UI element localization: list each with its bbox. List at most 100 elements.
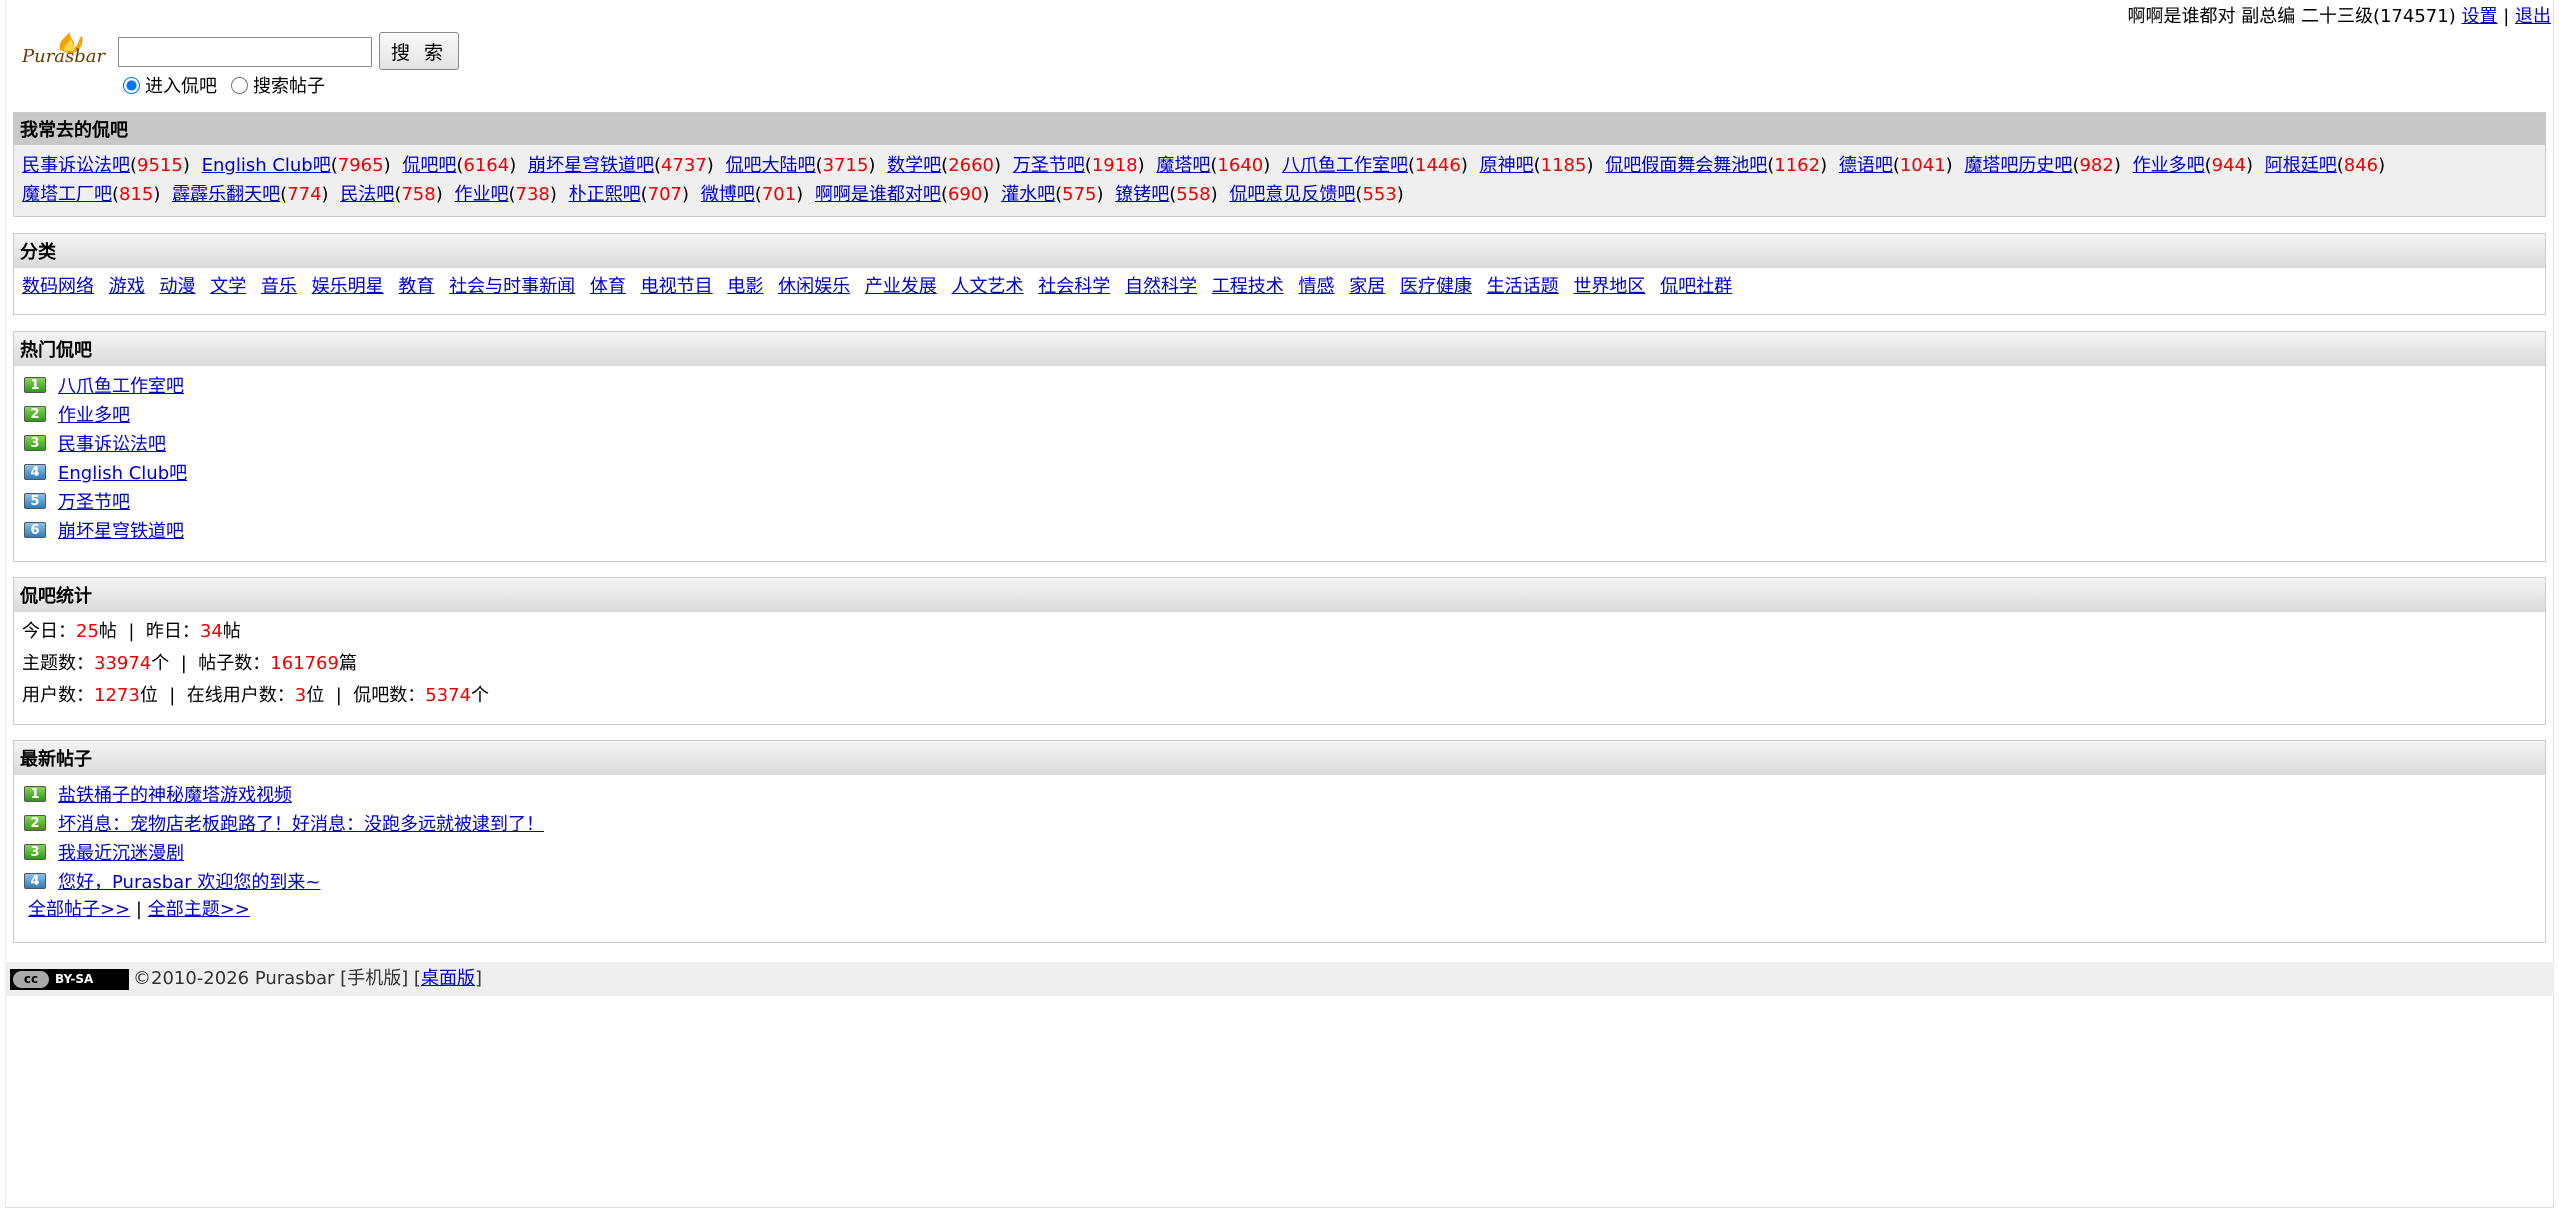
favorite-bar-link[interactable]: 朴正熙吧	[569, 184, 641, 205]
footer: cc BY-SA ©2010-2026 Purasbar [手机版] [桌面版]	[5, 962, 2554, 996]
category-link[interactable]: 社会与时事新闻	[449, 276, 575, 297]
panel-title: 侃吧统计	[14, 578, 2545, 612]
category-link[interactable]: 产业发展	[865, 276, 937, 297]
favorite-bar-link[interactable]: 灌水吧	[1001, 184, 1055, 205]
favorite-bar-link[interactable]: 民法吧	[340, 184, 394, 205]
favorite-bar-link[interactable]: 民事诉讼法吧	[22, 155, 130, 176]
radio-search-input[interactable]	[231, 76, 248, 94]
latest-post-row: 2 坏消息：宠物店老板跑路了！好消息：没跑多远就被逮到了！	[24, 808, 2537, 837]
all-posts-link[interactable]: 全部帖子>>	[28, 899, 130, 920]
users-count: 1273	[94, 685, 140, 706]
favorite-bar-link[interactable]: 作业多吧	[2133, 155, 2205, 176]
desktop-version-link[interactable]: 桌面版	[421, 968, 475, 989]
separator: |	[169, 685, 176, 706]
favorite-bar-link[interactable]: 侃吧大陆吧	[726, 155, 816, 176]
category-link[interactable]: 工程技术	[1212, 276, 1284, 297]
bracket-close: ]	[474, 968, 482, 989]
search-input[interactable]	[118, 37, 372, 67]
latest-post-link[interactable]: 坏消息：宠物店老板跑路了！好消息：没跑多远就被逮到了！	[58, 810, 544, 836]
category-link[interactable]: 生活话题	[1487, 276, 1559, 297]
users-label: 用户数：	[22, 685, 94, 706]
favorite-bar-link[interactable]: 啊啊是谁都对吧	[815, 184, 941, 205]
category-link[interactable]: 世界地区	[1573, 276, 1645, 297]
hot-bar-row: 1 八爪鱼工作室吧	[24, 370, 2537, 399]
favorite-bar-link[interactable]: 原神吧	[1480, 155, 1534, 176]
hot-bar-link[interactable]: 崩坏星穹铁道吧	[58, 517, 184, 543]
category-link[interactable]: 休闲娱乐	[778, 276, 850, 297]
latest-post-link[interactable]: 您好，Purasbar 欢迎您的到来~	[58, 868, 320, 894]
favorite-bar-link[interactable]: 魔塔吧历史吧	[1964, 155, 2072, 176]
all-links: 全部帖子>> | 全部主题>>	[14, 895, 2545, 925]
category-link[interactable]: 娱乐明星	[312, 276, 384, 297]
category-link[interactable]: 家居	[1349, 276, 1385, 297]
favorite-bar-link[interactable]: 德语吧	[1839, 155, 1893, 176]
category-link[interactable]: 动漫	[159, 276, 195, 297]
favorite-bar-link[interactable]: 魔塔工厂吧	[22, 184, 112, 205]
favorite-bar-count: 707	[647, 184, 683, 205]
favorite-bar-link[interactable]: 数学吧	[887, 155, 941, 176]
radio-enter-input[interactable]	[123, 76, 140, 94]
category-link[interactable]: 数码网络	[22, 276, 94, 297]
hot-bar-link[interactable]: 万圣节吧	[58, 488, 130, 514]
favorite-bar-count: 7965	[337, 155, 384, 176]
category-link[interactable]: 自然科学	[1125, 276, 1197, 297]
favorite-bar-item: 八爪鱼工作室吧(1446)	[1282, 155, 1468, 176]
favorite-bar-count: 6164	[463, 155, 510, 176]
favorite-bar-link[interactable]: 崩坏星穹铁道吧	[528, 155, 654, 176]
latest-post-link[interactable]: 我最近沉迷漫剧	[58, 839, 184, 865]
category-link[interactable]: 社会科学	[1038, 276, 1110, 297]
category-link[interactable]: 侃吧社群	[1660, 276, 1732, 297]
favorite-bar-item: 啊啊是谁都对吧(690)	[814, 184, 990, 205]
category-link[interactable]: 情感	[1298, 276, 1334, 297]
favorite-bar-link[interactable]: 镣铐吧	[1115, 184, 1169, 205]
all-topics-link[interactable]: 全部主题>>	[148, 899, 250, 920]
hot-bar-link[interactable]: 民事诉讼法吧	[58, 430, 166, 456]
hot-bar-row: 2 作业多吧	[24, 399, 2537, 428]
posts-label: 帖子数：	[198, 653, 271, 674]
favorite-bar-link[interactable]: 八爪鱼工作室吧	[1282, 155, 1408, 176]
category-link[interactable]: 电影	[727, 276, 763, 297]
category-link[interactable]: 教育	[398, 276, 434, 297]
category-link[interactable]: 人文艺术	[952, 276, 1024, 297]
favorite-bar-link[interactable]: 魔塔吧	[1156, 155, 1210, 176]
hot-bar-link[interactable]: 作业多吧	[58, 401, 130, 427]
favorite-bar-count: 982	[2079, 155, 2114, 176]
latest-post-link[interactable]: 盐铁桶子的神秘魔塔游戏视频	[58, 781, 292, 807]
category-link[interactable]: 电视节目	[641, 276, 713, 297]
favorite-bar-link[interactable]: 阿根廷吧	[2265, 155, 2337, 176]
category-link[interactable]: 医疗健康	[1400, 276, 1472, 297]
favorite-bar-count: 738	[515, 184, 550, 205]
radio-search-posts[interactable]: 搜索帖子	[231, 72, 325, 98]
stat-line-users: 用户数：1273位 | 在线用户数：3位 | 侃吧数：5374个	[22, 680, 2537, 712]
favorite-bar-link[interactable]: 侃吧意见反馈吧	[1229, 184, 1355, 205]
category-link[interactable]: 文学	[210, 276, 246, 297]
favorite-bar-link[interactable]: English Club吧	[202, 155, 331, 176]
category-link[interactable]: 游戏	[109, 276, 145, 297]
cc-license-badge[interactable]: cc BY-SA	[10, 969, 129, 990]
logout-link[interactable]: 退出	[2515, 6, 2551, 27]
favorite-bar-item: 魔塔吧(1640)	[1156, 155, 1271, 176]
favorite-bar-link[interactable]: 万圣节吧	[1013, 155, 1085, 176]
favorite-bar-link[interactable]: 霹霹乐翻天吧	[172, 184, 280, 205]
search-button[interactable]: 搜 索	[379, 32, 459, 70]
latest-post-row: 3 我最近沉迷漫剧	[24, 837, 2537, 866]
favorite-bar-count: 774	[287, 184, 322, 205]
category-link[interactable]: 体育	[590, 276, 626, 297]
hot-bar-link[interactable]: English Club吧	[58, 459, 187, 485]
hot-bar-link[interactable]: 八爪鱼工作室吧	[58, 372, 184, 398]
favorite-bar-count: 3715	[822, 155, 869, 176]
favorite-bar-count: 1640	[1217, 155, 1264, 176]
cc-icon: cc	[13, 971, 49, 988]
category-link[interactable]: 音乐	[261, 276, 297, 297]
favorite-bar-item: 镣铐吧(558)	[1115, 184, 1218, 205]
site-logo[interactable]: Purasbar	[20, 28, 106, 72]
favorite-bar-link[interactable]: 作业吧	[454, 184, 508, 205]
favorite-bar-link[interactable]: 侃吧吧	[402, 155, 456, 176]
favorite-bar-count: 758	[401, 184, 436, 205]
settings-link[interactable]: 设置	[2461, 6, 2497, 27]
favorite-bar-item: 德语吧(1041)	[1838, 155, 1953, 176]
radio-enter-bar[interactable]: 进入侃吧	[123, 72, 217, 98]
favorite-bar-link[interactable]: 微博吧	[701, 184, 755, 205]
favorite-bar-item: 魔塔工厂吧(815)	[22, 184, 161, 205]
favorite-bar-link[interactable]: 侃吧假面舞会舞池吧	[1605, 155, 1767, 176]
